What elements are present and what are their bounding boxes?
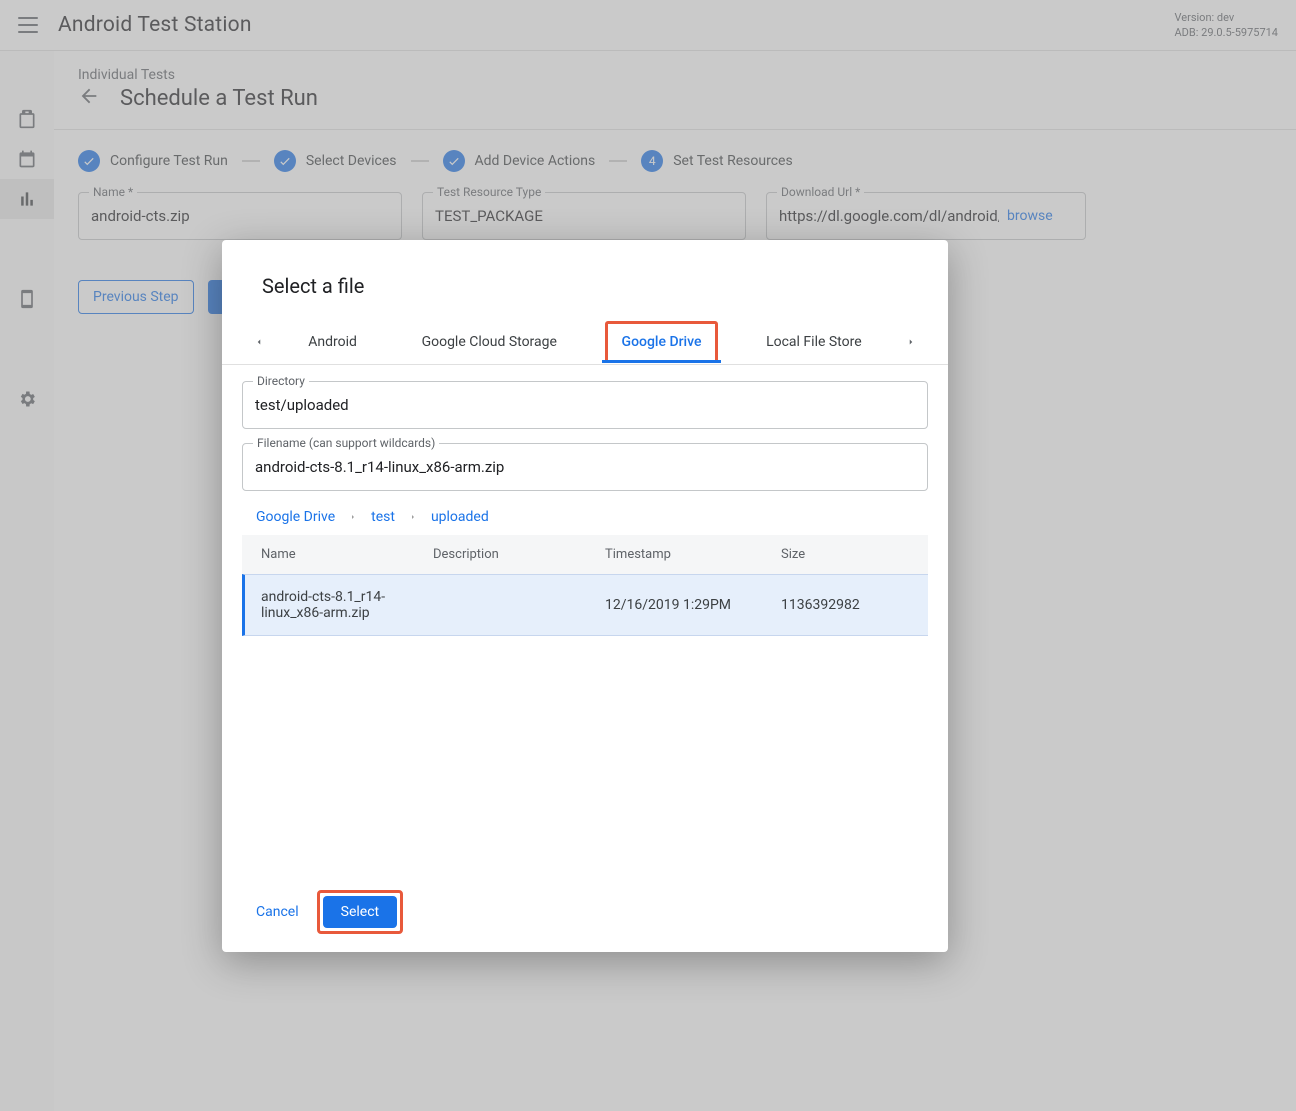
cell-name: android-cts-8.1_r14-linux_x86-arm.zip [261,589,433,621]
directory-field[interactable]: Directory [242,381,928,429]
chevron-right-icon [906,334,916,350]
field-label: Directory [253,374,309,388]
breadcrumb-link[interactable]: test [371,509,395,525]
chevron-left-icon [254,334,264,350]
tab-local[interactable]: Local File Store [750,322,878,362]
tab-android[interactable]: Android [292,322,373,362]
breadcrumb-link[interactable]: Google Drive [256,509,335,525]
tabs-prev-button[interactable] [242,320,276,364]
select-button-highlight: Select [317,890,403,934]
tab-gcs[interactable]: Google Cloud Storage [406,322,573,362]
breadcrumb-link[interactable]: uploaded [431,509,489,525]
modal-footer: Cancel Select [222,872,948,952]
col-timestamp: Timestamp [605,547,781,562]
col-description: Description [433,547,605,562]
tabs-next-button[interactable] [894,320,928,364]
col-size: Size [781,547,912,562]
chevron-right-icon [409,511,417,523]
select-button[interactable]: Select [323,896,397,928]
modal-title: Select a file [222,240,948,298]
filename-input[interactable] [255,458,915,476]
file-table: Name Description Timestamp Size android-… [242,535,928,636]
directory-input[interactable] [255,396,915,414]
field-label: Filename (can support wildcards) [253,436,439,450]
col-name: Name [261,547,433,562]
table-header: Name Description Timestamp Size [242,535,928,574]
filename-field[interactable]: Filename (can support wildcards) [242,443,928,491]
table-row[interactable]: android-cts-8.1_r14-linux_x86-arm.zip 12… [242,574,928,636]
path-breadcrumb: Google Drive test uploaded [242,505,928,535]
cell-size: 1136392982 [781,597,912,613]
cancel-button[interactable]: Cancel [256,904,299,920]
tab-google-drive[interactable]: Google Drive [606,322,718,362]
file-picker-modal: Select a file Android Google Cloud Stora… [222,240,948,952]
tab-strip: Android Google Cloud Storage Google Driv… [222,320,948,365]
chevron-right-icon [349,511,357,523]
cell-timestamp: 12/16/2019 1:29PM [605,597,781,613]
